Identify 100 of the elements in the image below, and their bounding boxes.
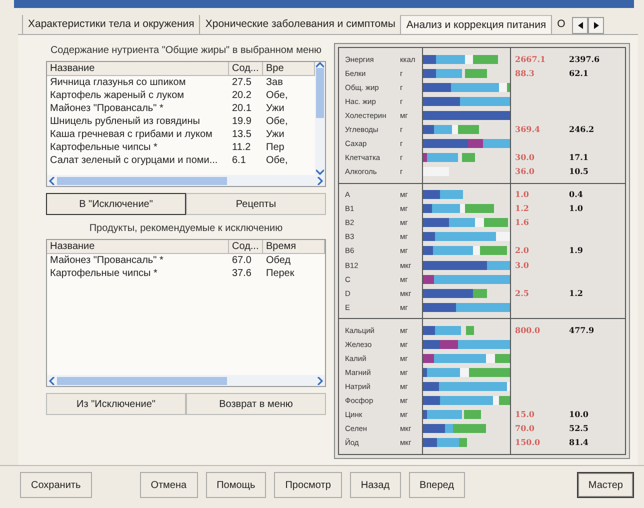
scroll-down-icon[interactable] — [316, 169, 324, 175]
footer-button[interactable]: Вперед — [408, 472, 465, 498]
table-cell-text: 19.9 — [231, 115, 252, 128]
horizontal-scrollbar[interactable] — [47, 175, 325, 186]
footer-button[interactable]: Просмотр — [274, 472, 342, 498]
norm-value: 800.0 — [514, 324, 542, 336]
column-header[interactable]: Время — [263, 240, 325, 253]
scroll-left-icon[interactable] — [49, 176, 55, 184]
table-cell-text: Обе, — [265, 115, 289, 128]
bar-drawing — [423, 204, 494, 214]
actual-value: 10.5 — [568, 166, 590, 178]
column-header[interactable]: Сод... — [229, 240, 263, 253]
norm-value: 3.0 — [514, 260, 530, 271]
table-cell-text: Каша гречневая с грибами и луком — [49, 128, 214, 141]
scroll-left-icon[interactable] — [49, 376, 55, 384]
norm-value: 2.0 — [514, 245, 530, 256]
table-cell-text: 6.1 — [231, 154, 247, 167]
bar-drawing — [423, 326, 474, 335]
table-cell-text: 37.6 — [231, 267, 252, 280]
table-cell-text: Яичница глазунья со шпиком — [49, 76, 187, 89]
norm-value: 2.5 — [514, 288, 530, 299]
list-view[interactable] — [46, 61, 326, 187]
norm-value: 30.0 — [514, 152, 536, 163]
norm-value: 70.0 — [514, 423, 536, 434]
footer-button[interactable]: Назад — [350, 472, 401, 498]
footer-button[interactable]: Помощь — [206, 472, 266, 498]
tab-scroll-left-button[interactable] — [572, 17, 588, 34]
actual-value: 2397.6 — [568, 54, 601, 65]
bar-drawing — [423, 438, 468, 448]
norm-value: 2667.1 — [514, 54, 547, 65]
tab[interactable]: Анализ и коррекция питания — [400, 15, 552, 35]
action-button[interactable]: Из "Исключение" — [46, 393, 186, 415]
norm-value: 1.0 — [514, 189, 530, 200]
actual-value: 1.0 — [568, 203, 584, 214]
scroll-up-icon[interactable] — [316, 62, 324, 68]
table-cell-text: Картофельные чипсы * — [49, 267, 158, 280]
scroll-thumb[interactable] — [316, 68, 324, 118]
table-cell-text: Майонез "Провансаль" * — [49, 254, 164, 267]
action-button[interactable]: В "Исключение" — [46, 193, 186, 215]
section-heading: Содержание нутриента "Общие жиры" в выбранном меню — [49, 45, 323, 57]
bar-drawing — [423, 152, 476, 162]
actual-value: 62.1 — [568, 68, 590, 79]
table-cell-text: Ужи — [265, 102, 286, 115]
bar-drawing — [423, 190, 463, 200]
actual-value: 477.9 — [568, 324, 596, 336]
bar-drawing — [423, 288, 488, 298]
table-cell-text: Пер — [265, 141, 286, 154]
bar-drawing — [423, 124, 479, 134]
actual-value: 0.4 — [568, 189, 584, 200]
norm-value: 1.6 — [514, 217, 530, 228]
horizontal-scrollbar[interactable] — [47, 375, 325, 386]
table-cell-text: Ужи — [265, 128, 286, 141]
footer-button[interactable]: Мастер — [577, 472, 634, 498]
actual-value: 52.5 — [568, 423, 590, 434]
scroll-thumb[interactable] — [57, 376, 227, 384]
bar-drawing — [423, 68, 486, 78]
actual-value: 246.2 — [568, 124, 596, 135]
table-cell-text: 20.1 — [231, 102, 252, 115]
actual-value: 10.0 — [568, 409, 590, 420]
vertical-scrollbar[interactable] — [315, 62, 325, 175]
norm-value: 1.2 — [514, 203, 530, 214]
norm-value: 88.3 — [514, 68, 536, 79]
table-cell-text: Шницель рубленый из говядины — [49, 115, 201, 128]
footer-button[interactable]: Сохранить — [20, 472, 92, 498]
table-cell-text: Обе, — [265, 89, 289, 102]
table-cell-text: Обед — [265, 254, 292, 267]
left-triangle-icon — [578, 22, 583, 29]
scroll-right-icon[interactable] — [317, 176, 323, 184]
list-view[interactable]: Название Сод... Время Майонез "Провансаль" * 67.0 Обед Картофельные чипсы * 37.6 Перек — [46, 239, 326, 387]
bar-drawing — [423, 424, 486, 434]
table-cell-text: Картофель жареный с луком — [49, 89, 186, 102]
bar-drawing — [423, 167, 450, 176]
table-cell-text: Картофельные чипсы * — [49, 141, 158, 154]
norm-value: 36.0 — [514, 166, 536, 178]
action-button[interactable]: Рецепты — [186, 193, 326, 215]
scroll-thumb[interactable] — [57, 176, 227, 184]
tab-scroll-right-button[interactable] — [588, 17, 604, 34]
norm-value: 15.0 — [514, 409, 536, 420]
right-triangle-icon — [594, 22, 599, 29]
column-header[interactable]: Сод... — [229, 62, 263, 75]
table-cell-text: Перек — [265, 267, 296, 280]
bar-drawing — [423, 410, 482, 420]
norm-value: 369.4 — [514, 124, 542, 135]
table-cell-text: Обе, — [265, 154, 289, 167]
table-cell-text: 11.2 — [231, 141, 252, 154]
column-header[interactable]: Название — [47, 62, 229, 75]
footer-button[interactable]: Отмена — [140, 472, 198, 498]
table-cell-text: 27.5 — [231, 76, 252, 89]
table-cell-text: Майонез "Провансаль" * — [49, 102, 164, 115]
column-header[interactable]: Название — [47, 240, 229, 253]
actual-value: 81.4 — [568, 437, 590, 448]
action-button[interactable]: Возврат в меню — [186, 393, 326, 415]
actual-value: 1.2 — [568, 288, 584, 299]
table-cell-text: Зав — [265, 76, 284, 89]
actual-value: 17.1 — [568, 152, 590, 163]
table-cell-text: 13.5 — [231, 128, 252, 141]
scroll-right-icon[interactable] — [317, 376, 323, 384]
table-cell-text: 67.0 — [231, 254, 252, 267]
section-heading: Продукты, рекомендуемые к исключению — [88, 223, 284, 235]
table-cell-text: 20.2 — [231, 89, 252, 102]
